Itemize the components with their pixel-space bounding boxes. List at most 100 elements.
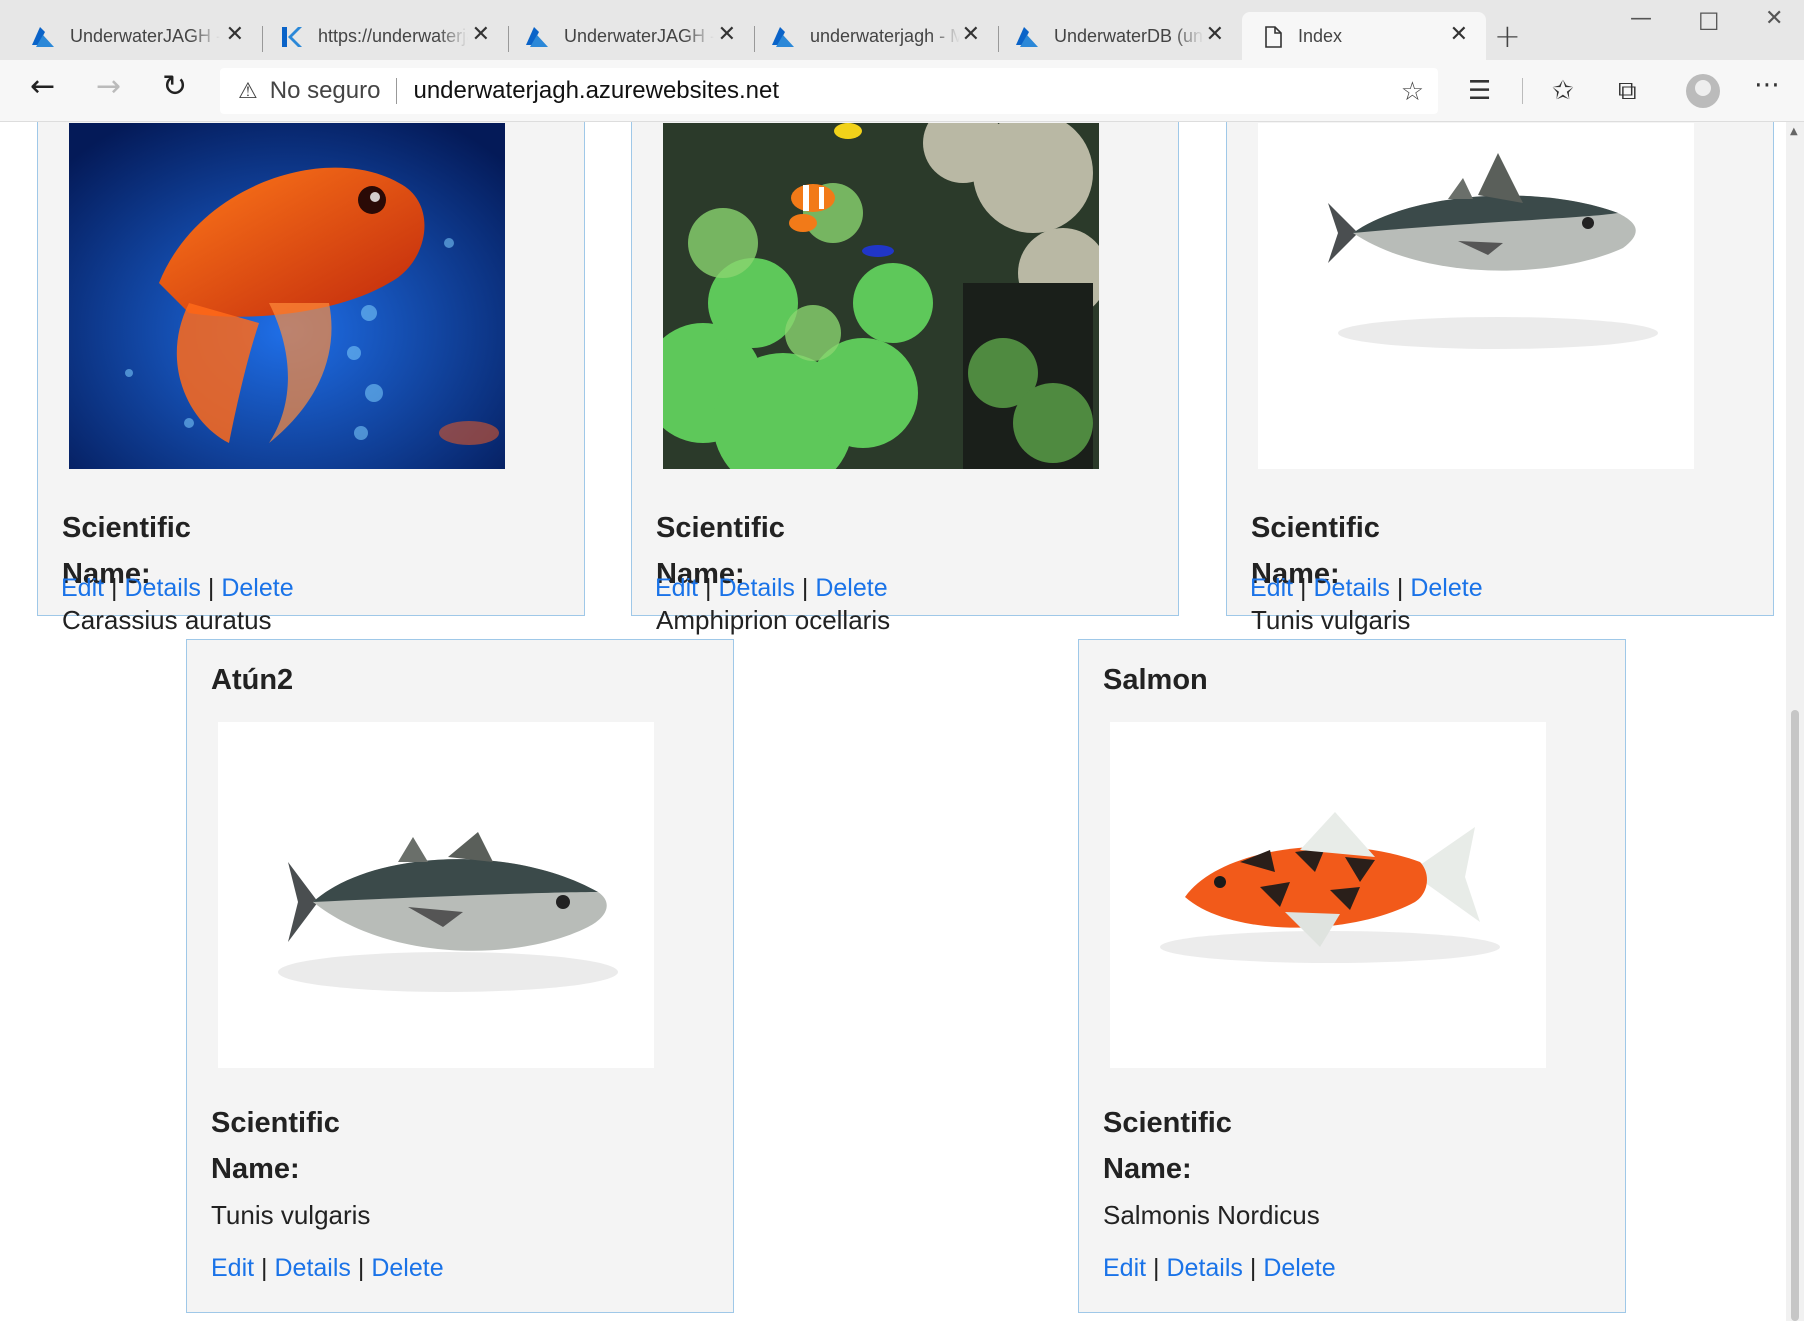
link-separator: | <box>801 574 809 602</box>
sci-name-value: Amphiprion ocellaris <box>656 605 891 635</box>
link-separator: | <box>207 574 215 602</box>
kudu-icon <box>282 27 302 47</box>
delete-link[interactable]: Delete <box>815 574 887 602</box>
delete-link[interactable]: Delete <box>1410 574 1482 602</box>
azure-icon <box>526 27 548 47</box>
close-tab-icon[interactable]: ✕ <box>226 24 244 46</box>
scroll-up-arrow-icon[interactable]: ▲ <box>1790 126 1798 137</box>
details-link[interactable]: Details <box>719 574 795 602</box>
fish-card: Scientific Name: Amphiprion ocellaris <box>631 122 1179 635</box>
delete-link[interactable]: Delete <box>1263 1254 1335 1282</box>
details-link[interactable]: Details <box>275 1254 351 1282</box>
sci-name-label: Scientific <box>62 512 191 544</box>
browser-tab[interactable]: UnderwaterDB (underwaterjagh) ✕ <box>998 12 1242 60</box>
page-icon <box>1265 26 1282 48</box>
link-separator: | <box>1249 1254 1257 1282</box>
card-title: Atún2 <box>211 664 294 696</box>
azure-icon <box>772 27 794 47</box>
close-tab-icon[interactable]: ✕ <box>472 24 490 46</box>
edit-link[interactable]: Edit <box>211 1254 254 1282</box>
tab-title: underwaterjagh - Microsoft Azure <box>810 25 960 46</box>
address-divider <box>396 78 398 104</box>
collections-icon[interactable]: ⧉ <box>1618 76 1637 107</box>
profile-avatar[interactable] <box>1686 74 1720 108</box>
link-separator: | <box>111 574 118 602</box>
forward-arrow-icon[interactable]: → <box>96 72 121 102</box>
card-actions: Edit | Details | Delete <box>1250 574 1483 603</box>
delete-link[interactable]: Delete <box>221 574 293 602</box>
card-actions: Edit | Details | Delete <box>211 1254 444 1283</box>
browser-tab[interactable]: https://underwaterjagh.scm.azurewebsites… <box>262 12 508 60</box>
sci-name-label: Name: <box>211 1153 300 1185</box>
sci-name-value: Tunis vulgaris <box>1251 605 1411 635</box>
maximize-icon[interactable]: ☐ <box>1698 8 1720 36</box>
sci-name-value: Tunis vulgaris <box>211 1200 371 1230</box>
browser-tab-active[interactable]: Index ✕ <box>1242 12 1486 60</box>
back-arrow-icon[interactable]: ← <box>30 72 55 102</box>
new-tab-button[interactable]: + <box>1494 20 1521 52</box>
browser-tab[interactable]: UnderwaterJAGH - Microsoft Azure ✕ <box>0 12 262 60</box>
fish-image <box>1110 722 1546 1068</box>
link-separator: | <box>261 1254 268 1282</box>
tab-title: UnderwaterJAGH - Microsoft Azure <box>70 25 220 46</box>
card-actions: Edit | Details | Delete <box>1103 1254 1336 1283</box>
fish-image <box>1258 123 1694 469</box>
card-actions: Edit | Details | Delete <box>655 574 888 603</box>
browser-tab[interactable]: UnderwaterJAGH - Microsoft Azure ✕ <box>508 12 754 60</box>
collections-db-icon[interactable]: ☰ <box>1468 76 1491 106</box>
fish-card: Atún2 Scientific Name: Tunis vulgaris Ed… <box>186 639 734 1313</box>
azure-icon <box>32 27 54 47</box>
url-text[interactable]: underwaterjagh.azurewebsites.net <box>413 77 779 105</box>
details-link[interactable]: Details <box>125 574 201 602</box>
link-separator: | <box>1300 574 1307 602</box>
delete-link[interactable]: Delete <box>371 1254 443 1282</box>
close-tab-icon[interactable]: ✕ <box>718 24 736 46</box>
close-tab-icon[interactable]: ✕ <box>1206 24 1224 46</box>
tab-title: Index <box>1298 25 1343 46</box>
toolbar-divider <box>1522 78 1523 104</box>
fish-card: Scientific Name: Tunis vulgaris <box>1226 122 1774 635</box>
sci-name-label: Scientific <box>1251 512 1380 544</box>
minimize-icon[interactable]: — <box>1630 6 1652 31</box>
browser-tab[interactable]: underwaterjagh - Microsoft Azure ✕ <box>754 12 998 60</box>
link-separator: | <box>357 1254 365 1282</box>
close-tab-icon[interactable]: ✕ <box>1450 24 1468 46</box>
fish-card: Scientific Name: Carassius auratus <box>37 122 585 635</box>
sci-name-label: Scientific <box>211 1107 340 1139</box>
fish-image <box>69 123 505 469</box>
favorite-star-icon[interactable]: ☆ <box>1401 76 1424 107</box>
scrollbar-thumb[interactable] <box>1791 710 1799 1321</box>
vertical-scrollbar[interactable]: ▲ <box>1786 122 1804 1321</box>
browser-toolbar: ← → ↻ ⚠ No seguro underwaterjagh.azurewe… <box>0 60 1804 122</box>
link-separator: | <box>1153 1254 1160 1282</box>
tab-title: UnderwaterDB (underwaterjagh) <box>1054 25 1204 46</box>
sci-name-label: Scientific <box>1103 1107 1232 1139</box>
address-bar[interactable]: ⚠ No seguro underwaterjagh.azurewebsites… <box>220 68 1438 114</box>
details-link[interactable]: Details <box>1167 1254 1243 1282</box>
page-viewport: Scientific Name: Carassius auratus Edit … <box>0 122 1786 1321</box>
edit-link[interactable]: Edit <box>61 574 104 602</box>
card-title: Salmon <box>1103 664 1208 696</box>
warning-icon[interactable]: ⚠ <box>238 78 258 104</box>
tab-strip: UnderwaterJAGH - Microsoft Azure ✕ https… <box>0 0 1804 60</box>
sci-name-value: Salmonis Nordicus <box>1103 1200 1320 1230</box>
tab-title: https://underwaterjagh.scm.azurewebsites… <box>318 25 468 46</box>
close-window-icon[interactable]: ✕ <box>1765 6 1783 31</box>
security-label[interactable]: No seguro <box>270 77 381 105</box>
edit-link[interactable]: Edit <box>1103 1254 1146 1282</box>
edit-link[interactable]: Edit <box>1250 574 1293 602</box>
fish-card: Salmon Scientific Name: Salmonis Nordicu… <box>1078 639 1626 1313</box>
details-link[interactable]: Details <box>1314 574 1390 602</box>
favorites-icon[interactable]: ✩ <box>1552 76 1574 106</box>
refresh-icon[interactable]: ↻ <box>162 72 187 102</box>
more-menu-icon[interactable]: ⋯ <box>1754 70 1780 100</box>
edit-link[interactable]: Edit <box>655 574 698 602</box>
close-tab-icon[interactable]: ✕ <box>962 24 980 46</box>
tab-title: UnderwaterJAGH - Microsoft Azure <box>564 25 714 46</box>
fish-image <box>218 722 654 1068</box>
fish-image <box>663 123 1099 469</box>
link-separator: | <box>705 574 712 602</box>
link-separator: | <box>1396 574 1404 602</box>
sci-name-label: Name: <box>1103 1153 1192 1185</box>
sci-name-value: Carassius auratus <box>62 605 272 635</box>
